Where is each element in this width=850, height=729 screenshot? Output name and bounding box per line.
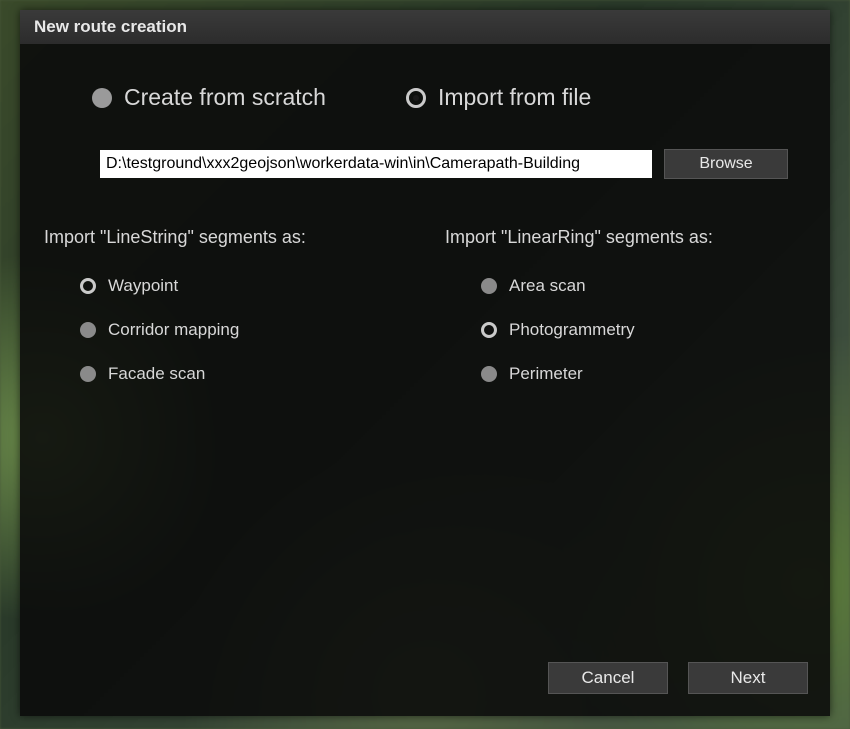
radio-label: Facade scan [108, 364, 205, 384]
radio-create-from-scratch[interactable]: Create from scratch [92, 84, 326, 111]
dialog-title: New route creation [34, 17, 187, 37]
radio-icon [481, 366, 497, 382]
radio-label: Perimeter [509, 364, 583, 384]
linearring-heading: Import "LinearRing" segments as: [445, 227, 806, 248]
radio-icon [481, 278, 497, 294]
radio-import-from-file[interactable]: Import from file [406, 84, 591, 111]
radio-label: Area scan [509, 276, 586, 296]
browse-button[interactable]: Browse [664, 149, 788, 179]
radio-label: Photogrammetry [509, 320, 635, 340]
segment-columns: Import "LineString" segments as: Waypoin… [44, 227, 806, 408]
radio-photogrammetry[interactable]: Photogrammetry [481, 320, 806, 340]
new-route-dialog: New route creation Create from scratch I… [20, 10, 830, 716]
radio-corridor-mapping[interactable]: Corridor mapping [80, 320, 405, 340]
next-button[interactable]: Next [688, 662, 808, 694]
file-row: Browse [100, 149, 806, 179]
radio-label: Waypoint [108, 276, 178, 296]
radio-icon [80, 322, 96, 338]
linestring-heading: Import "LineString" segments as: [44, 227, 405, 248]
mode-row: Create from scratch Import from file [92, 84, 806, 111]
radio-label: Create from scratch [124, 84, 326, 111]
file-path-input[interactable] [100, 150, 652, 178]
radio-icon [80, 278, 96, 294]
dialog-titlebar: New route creation [20, 10, 830, 44]
radio-perimeter[interactable]: Perimeter [481, 364, 806, 384]
radio-icon [406, 88, 426, 108]
radio-icon [481, 322, 497, 338]
radio-area-scan[interactable]: Area scan [481, 276, 806, 296]
radio-icon [80, 366, 96, 382]
dialog-body: Create from scratch Import from file Bro… [20, 84, 830, 408]
radio-waypoint[interactable]: Waypoint [80, 276, 405, 296]
dialog-footer: Cancel Next [548, 662, 808, 694]
radio-label: Import from file [438, 84, 591, 111]
radio-facade-scan[interactable]: Facade scan [80, 364, 405, 384]
linestring-column: Import "LineString" segments as: Waypoin… [44, 227, 405, 408]
linearring-column: Import "LinearRing" segments as: Area sc… [445, 227, 806, 408]
radio-icon [92, 88, 112, 108]
radio-label: Corridor mapping [108, 320, 239, 340]
cancel-button[interactable]: Cancel [548, 662, 668, 694]
